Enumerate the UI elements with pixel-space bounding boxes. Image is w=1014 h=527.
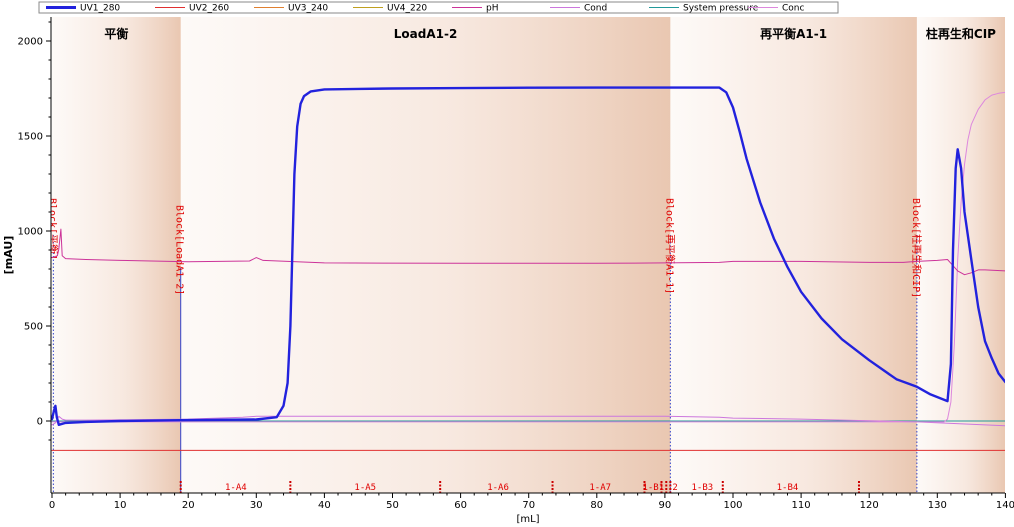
fraction-label: 1-B3	[692, 483, 714, 493]
legend-entry: System pressure	[683, 4, 759, 14]
block-label: Block[再平衡A1-1]	[663, 198, 675, 294]
x-tick-label: 110	[792, 500, 811, 511]
legend-entry: Conc	[782, 4, 804, 14]
fraction-label: 1-A5	[354, 483, 376, 493]
legend-entry: Cond	[584, 4, 607, 14]
phase-label: 平衡	[104, 26, 128, 41]
x-tick-label: 50	[386, 500, 399, 511]
x-tick-label: 0	[49, 500, 55, 511]
legend-entry: UV3_240	[288, 4, 328, 14]
block-label: Block[柱再生和CIP]	[910, 198, 923, 298]
x-tick-label: 60	[454, 500, 467, 511]
x-tick-label: 30	[250, 500, 263, 511]
fraction-label: 1-A4	[225, 483, 247, 493]
legend: UV1_280 UV2_260 UV3_240 UV4_220 pH Cond System…	[38, 1, 839, 14]
x-tick-label: 90	[659, 500, 672, 511]
x-tick-label: 20	[182, 500, 195, 511]
x-tick-label: 140	[996, 500, 1014, 511]
y-tick-label: 1000	[18, 227, 43, 238]
phase-label: 再平衡A1-1	[760, 26, 827, 41]
legend-entry: pH	[486, 4, 498, 14]
x-axis-label: [mL]	[516, 514, 539, 525]
fraction-label: 1-B4	[777, 483, 799, 493]
y-tick-label: 2000	[18, 37, 43, 48]
x-tick-label: 70	[522, 500, 535, 511]
plot-area: 平衡 LoadA1-2 再平衡A1-1 柱再生和CIP Block[平衡] Block[…	[46, 17, 1005, 493]
legend-entry: UV2_260	[189, 4, 229, 14]
x-tick-label: 40	[318, 500, 331, 511]
chromatogram-chart: UV1_280 UV2_260 UV3_240 UV4_220 pH Cond System…	[2, 1, 1014, 525]
phase-label: 柱再生和CIP	[926, 26, 996, 41]
y-tick-label: 0	[37, 417, 43, 428]
x-tick-label: 10	[114, 500, 127, 511]
fraction-label: 1-B1	[642, 483, 664, 493]
fraction-label: 2	[672, 483, 677, 493]
legend-entry: UV4_220	[387, 4, 427, 14]
y-tick-label: 1500	[18, 132, 43, 143]
block-label: Block[LoadA1-2]	[174, 205, 185, 295]
phase-label: LoadA1-2	[394, 27, 458, 41]
fraction-label: 1-A7	[589, 483, 611, 493]
y-axis-label: [mAU]	[2, 236, 15, 275]
x-tick-label: 120	[860, 500, 879, 511]
y-tick-label: 500	[24, 322, 43, 333]
x-tick-label: 80	[590, 500, 603, 511]
legend-entry: UV1_280	[80, 4, 120, 14]
fraction-label: 1-A6	[487, 483, 509, 493]
x-tick-label: 100	[723, 500, 742, 511]
x-tick-label: 130	[928, 500, 947, 511]
block-label: Block[平衡]	[46, 198, 58, 260]
